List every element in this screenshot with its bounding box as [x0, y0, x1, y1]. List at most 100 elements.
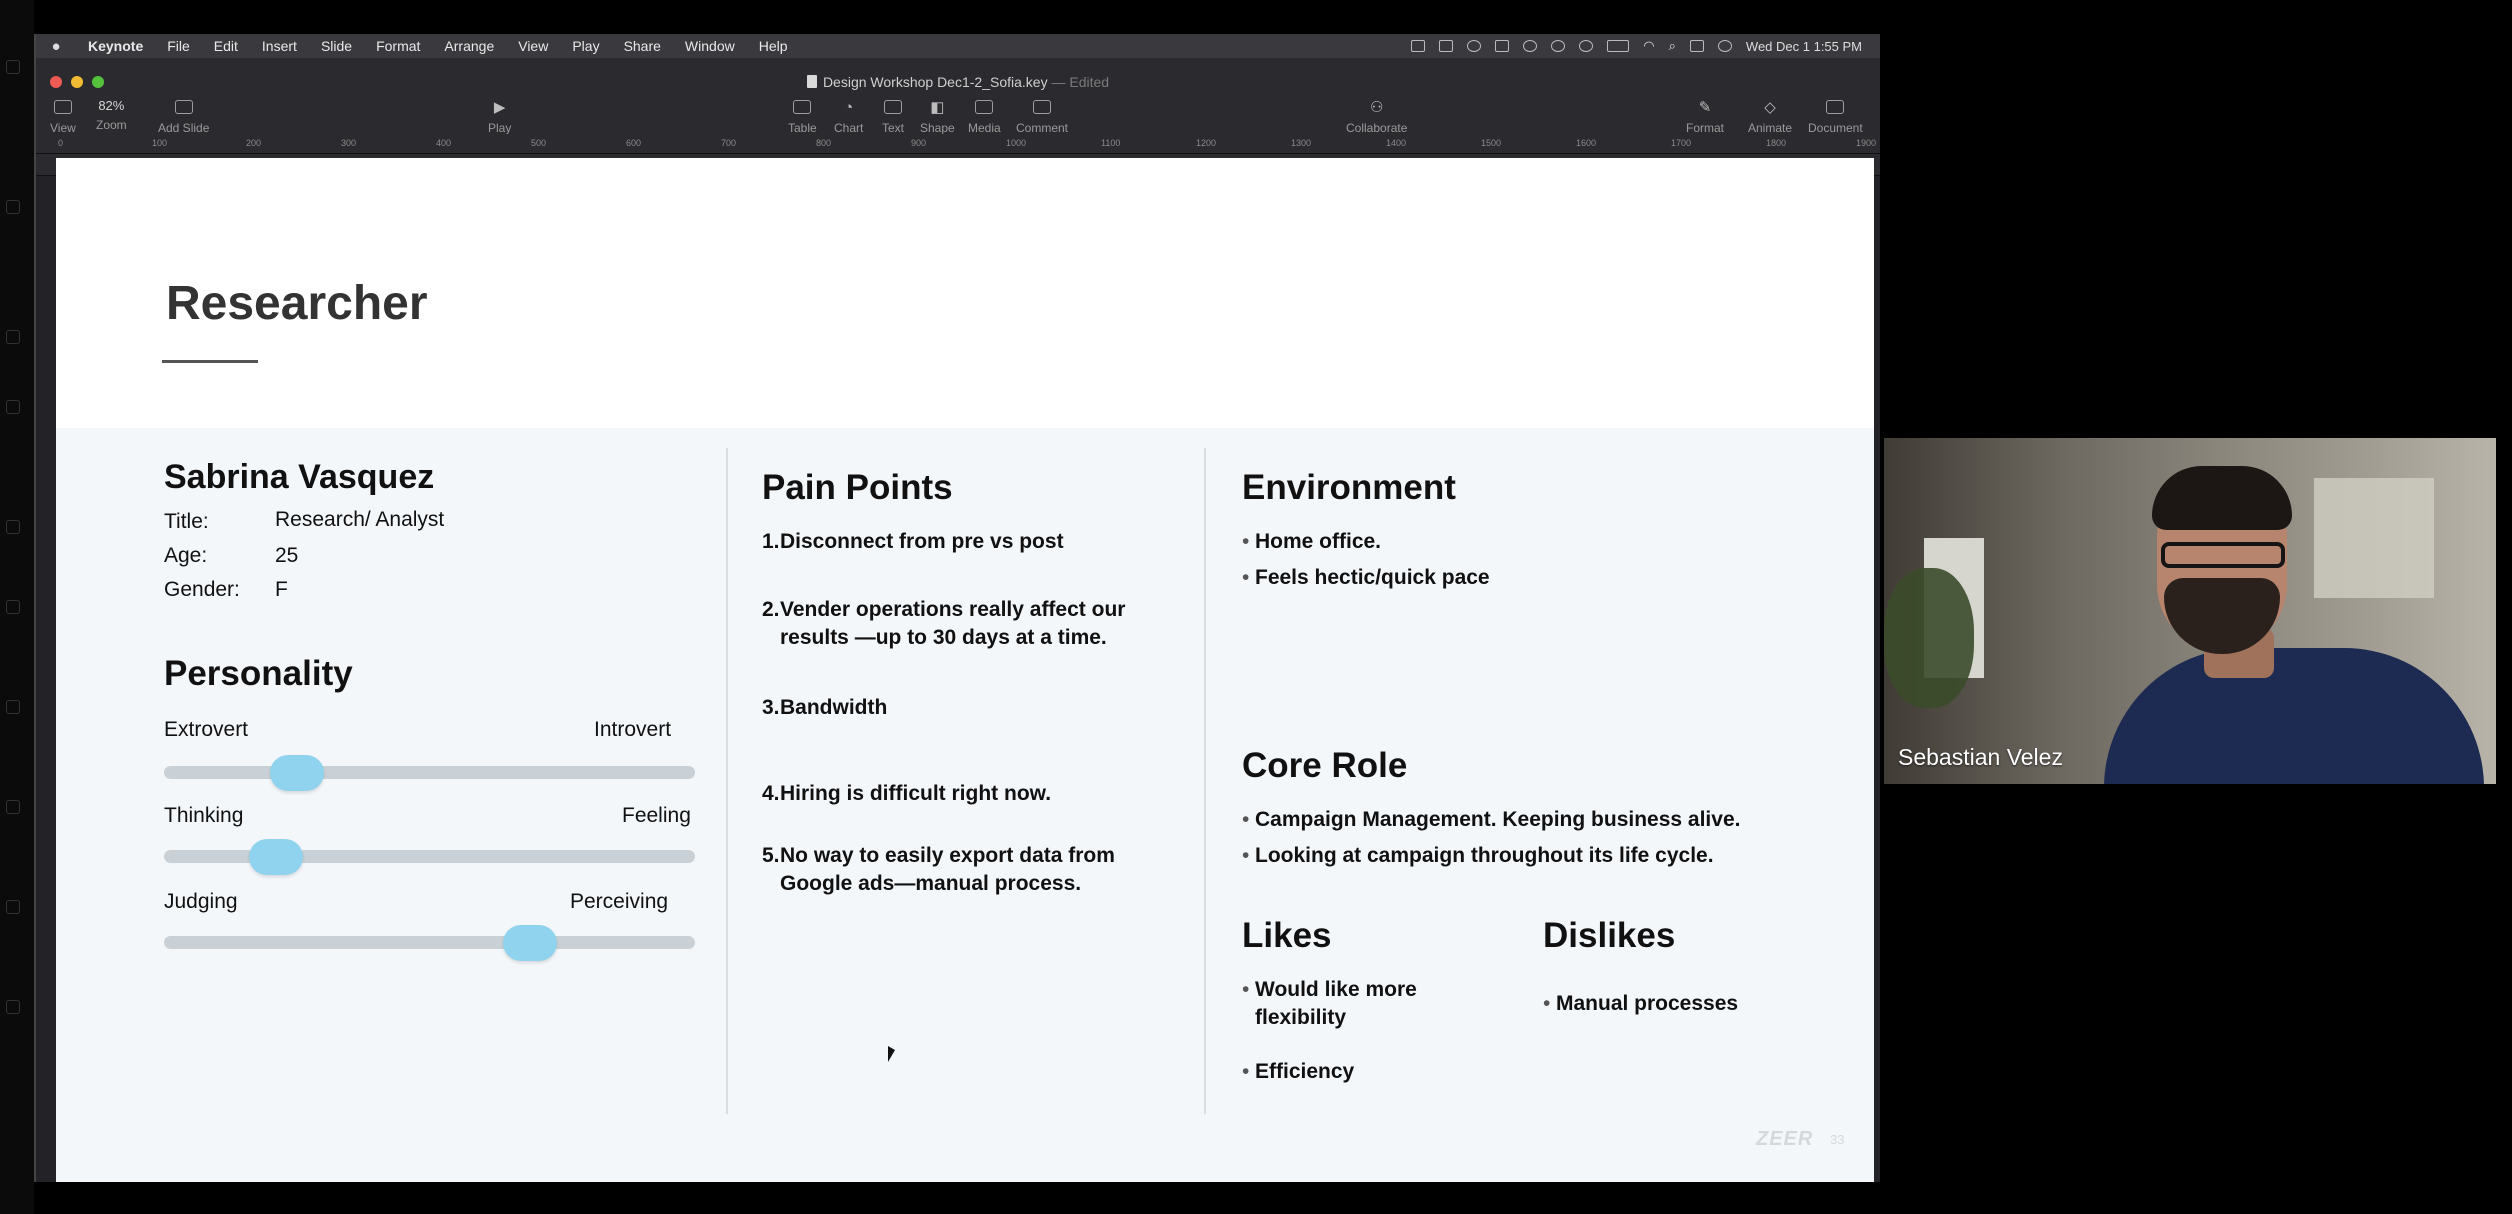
slide-title[interactable]: Researcher	[166, 276, 428, 331]
dislikes-item[interactable]: • Manual processes	[1543, 990, 1803, 1018]
menu-format[interactable]: Format	[364, 38, 432, 54]
pain-point-text: No way to easily export data from Google…	[780, 844, 1115, 895]
likes-item[interactable]: • Efficiency	[1242, 1058, 1452, 1086]
footer-logo: ZEER	[1756, 1128, 1814, 1150]
core-role-item-text: Looking at campaign throughout its life …	[1255, 844, 1714, 867]
title-underline	[162, 360, 258, 363]
view-button[interactable]: View	[50, 98, 76, 135]
chart-button[interactable]: ◔ Chart	[834, 98, 864, 136]
pain-point-item[interactable]: 4. Hiring is difficult right now.	[762, 780, 1182, 808]
pain-point-item[interactable]: 3. Bandwidth	[762, 694, 1182, 722]
dislikes-heading[interactable]: Dislikes	[1543, 916, 1675, 956]
column-divider-1	[726, 448, 728, 1114]
likes-heading[interactable]: Likes	[1242, 916, 1332, 956]
ruler-tick: 0	[58, 138, 64, 148]
ruler-tick: 100	[152, 138, 168, 148]
document-panel-icon	[1826, 100, 1845, 114]
screen-mirror-icon[interactable]	[1411, 40, 1426, 52]
menu-slide[interactable]: Slide	[309, 38, 364, 54]
view-icon	[53, 100, 72, 114]
core-role-heading[interactable]: Core Role	[1242, 746, 1407, 786]
personality-heading[interactable]: Personality	[164, 654, 353, 694]
video-plant	[1884, 568, 1974, 708]
gender-field-value[interactable]: F	[275, 578, 288, 602]
screen: ● Keynote File Edit Insert Slide Format …	[0, 0, 2512, 1214]
dropbox-icon[interactable]	[1495, 40, 1510, 52]
slide-canvas[interactable]: Researcher Sabrina Vasquez Title: Resear…	[56, 158, 1874, 1182]
environment-item[interactable]: • Feels hectic/quick pace	[1242, 564, 1762, 592]
pain-points-heading[interactable]: Pain Points	[762, 468, 953, 508]
collaborate-label: Collaborate	[1346, 121, 1408, 135]
animate-button[interactable]: ◇ Animate	[1748, 98, 1792, 135]
text-button[interactable]: Text	[882, 98, 904, 135]
display-icon[interactable]	[1439, 40, 1454, 52]
siri-icon[interactable]	[1717, 40, 1732, 52]
table-button[interactable]: Table	[788, 98, 817, 135]
media-button[interactable]: Media	[968, 98, 1001, 135]
menu-file[interactable]: File	[155, 38, 202, 54]
mouse-cursor-icon	[888, 1046, 895, 1062]
likes-item-text: Would like more flexibility	[1255, 978, 1417, 1029]
search-icon[interactable]: ⌕	[1669, 38, 1676, 54]
menu-view[interactable]: View	[506, 38, 560, 54]
likes-item[interactable]: • Would like more flexibility	[1242, 976, 1452, 1032]
collaborate-button[interactable]: ⚇ Collaborate	[1346, 98, 1407, 135]
menu-play[interactable]: Play	[560, 38, 611, 54]
pain-point-text: Hiring is difficult right now.	[780, 782, 1052, 805]
dislikes-item-text: Manual processes	[1556, 992, 1739, 1015]
trait-right-perceiving: Perceiving	[570, 890, 669, 913]
slider-knob	[248, 839, 303, 875]
ruler-tick: 700	[721, 138, 737, 148]
ruler-tick: 400	[436, 138, 452, 148]
vpn-icon[interactable]	[1551, 40, 1566, 52]
pain-point-item[interactable]: 1. Disconnect from pre vs post	[762, 528, 1182, 556]
comment-label: Comment	[1016, 121, 1069, 135]
chart-label: Chart	[834, 121, 864, 135]
participant-name-label: Sebastian Velez	[1898, 744, 2063, 770]
add-slide-icon	[174, 100, 193, 114]
chrome-icon[interactable]	[1467, 40, 1482, 52]
apple-menu-icon[interactable]: ●	[36, 38, 76, 55]
bullet-dot: •	[1242, 808, 1250, 831]
environment-heading[interactable]: Environment	[1242, 468, 1456, 508]
ruler-tick: 1000	[1006, 138, 1027, 148]
age-field-label: Age:	[164, 544, 208, 567]
wifi-icon[interactable]: ◠	[1643, 38, 1654, 54]
table-label: Table	[788, 121, 817, 135]
participant-hair	[2152, 466, 2292, 530]
participant-video-tile[interactable]: Sebastian Velez	[1884, 438, 2496, 784]
pain-point-number: 5.	[762, 844, 780, 867]
menu-bar-clock[interactable]: Wed Dec 1 1:55 PM	[1746, 39, 1862, 54]
pain-point-item[interactable]: 2. Vender operations really affect our r…	[762, 596, 1162, 652]
timer-icon[interactable]	[1579, 40, 1594, 52]
comment-button[interactable]: Comment	[1016, 98, 1068, 135]
menu-keynote[interactable]: Keynote	[76, 38, 155, 54]
bullet-dot: •	[1543, 992, 1551, 1015]
persona-name[interactable]: Sabrina Vasquez	[164, 458, 434, 497]
document-button[interactable]: Document	[1808, 98, 1863, 135]
animate-icon: ◇	[1764, 99, 1776, 116]
core-role-item[interactable]: • Campaign Management. Keeping business a…	[1242, 806, 1802, 834]
core-role-item[interactable]: • Looking at campaign throughout its life…	[1242, 842, 1802, 870]
environment-item[interactable]: • Home office.	[1242, 528, 1762, 556]
animate-label: Animate	[1748, 121, 1793, 135]
zoom-control[interactable]: 82% Zoom	[96, 98, 127, 132]
format-button[interactable]: ✎ Format	[1686, 98, 1724, 135]
title-field-value[interactable]: Research/ Analyst	[275, 508, 444, 532]
shape-button[interactable]: ◧ Shape	[920, 98, 955, 135]
control-center-icon[interactable]	[1689, 40, 1704, 52]
menu-bar-status-area: ◠ ⌕ Wed Dec 1 1:55 PM	[1411, 34, 1862, 58]
collaborate-icon: ⚇	[1369, 99, 1384, 116]
add-slide-button[interactable]: Add Slide	[158, 98, 209, 135]
menu-insert[interactable]: Insert	[250, 38, 309, 54]
play-button[interactable]: ▶ Play	[488, 98, 511, 135]
sync-icon[interactable]	[1523, 40, 1538, 52]
menu-help[interactable]: Help	[747, 38, 800, 54]
menu-edit[interactable]: Edit	[202, 38, 250, 54]
menu-window[interactable]: Window	[673, 38, 747, 54]
battery-icon[interactable]	[1607, 40, 1630, 52]
menu-arrange[interactable]: Arrange	[432, 38, 506, 54]
pain-point-item[interactable]: 5. No way to easily export data from Goo…	[762, 842, 1162, 898]
menu-share[interactable]: Share	[612, 38, 673, 54]
age-field-value[interactable]: 25	[275, 544, 298, 568]
